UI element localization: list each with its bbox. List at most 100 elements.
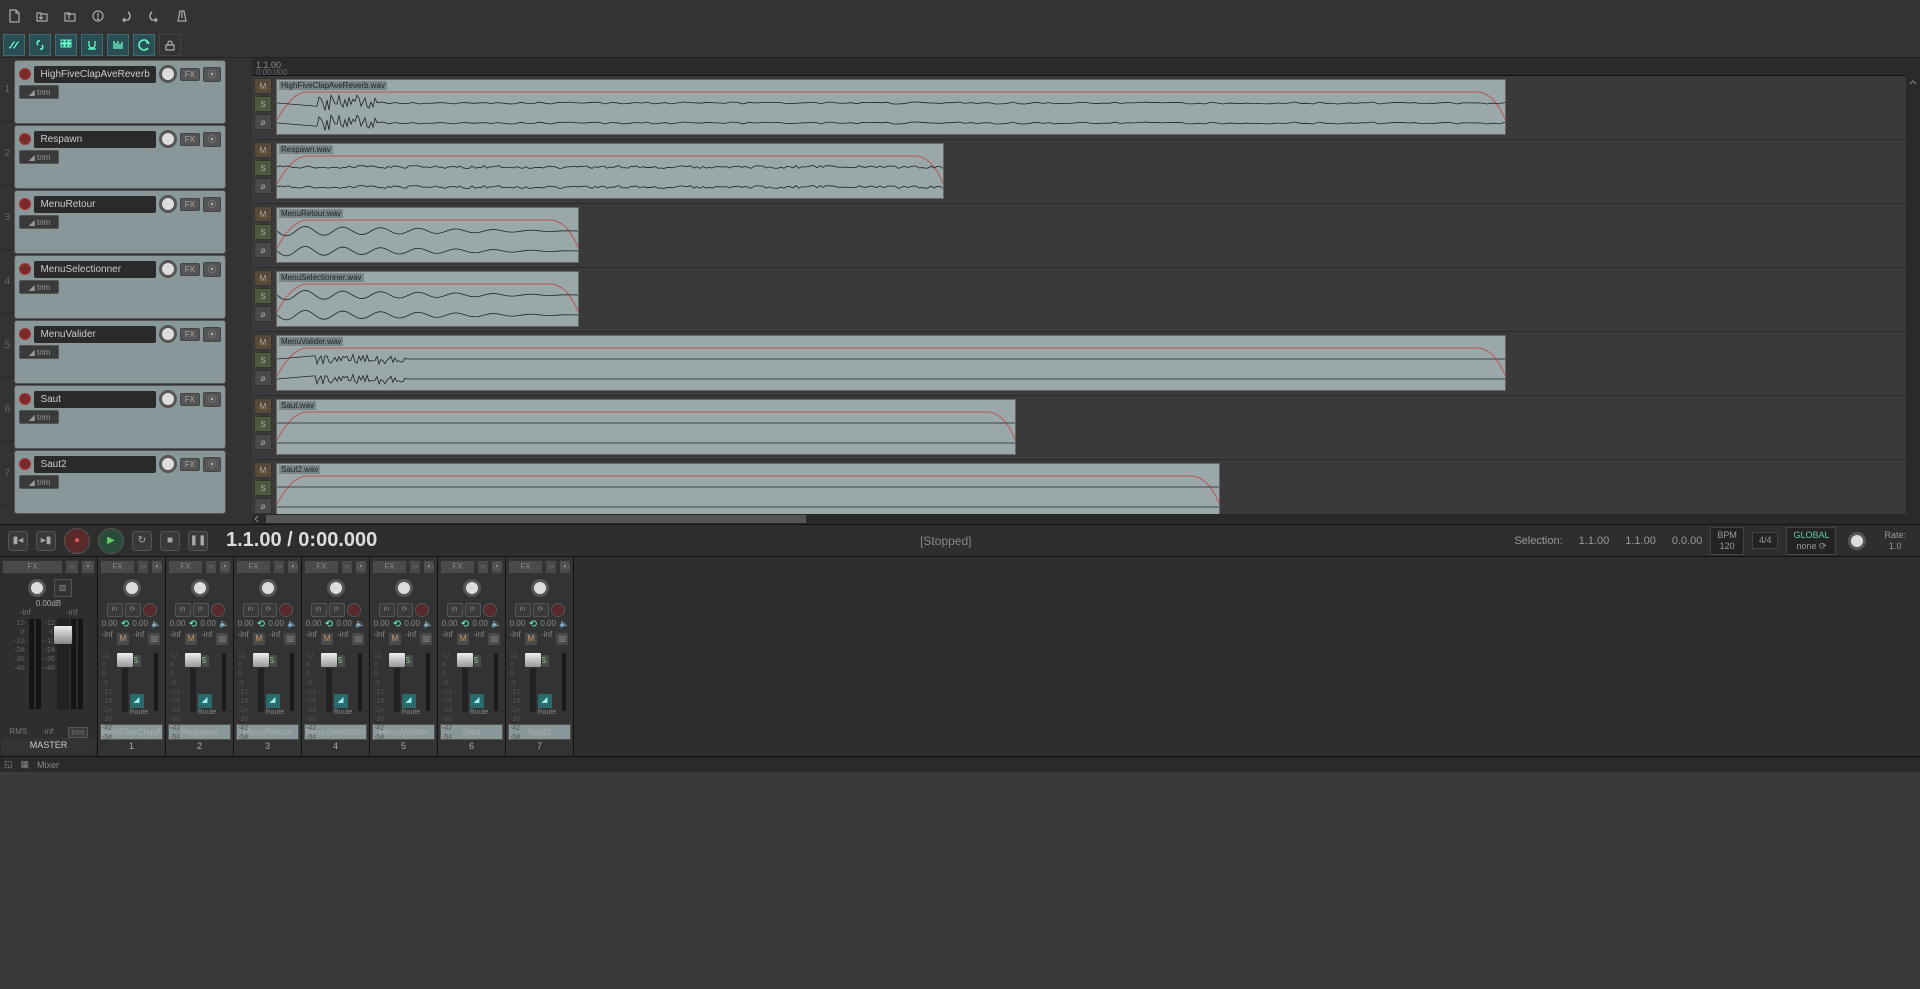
record-arm-button[interactable] [19, 328, 31, 340]
record-arm-button[interactable] [19, 198, 31, 210]
strip-input-button[interactable]: in [243, 603, 259, 617]
pan-knob[interactable] [159, 325, 177, 343]
trim-button[interactable]: ◢ trim [19, 475, 59, 489]
track-name-field[interactable]: Respawn [34, 131, 155, 148]
stop-button[interactable]: ■ [160, 531, 180, 551]
strip-number[interactable]: 7 [508, 740, 571, 754]
strip-send-button[interactable]: ◢ [266, 694, 280, 708]
phase-button[interactable]: ø [254, 370, 272, 386]
strip-env-button[interactable]: ▧ [215, 632, 229, 646]
track-name-field[interactable]: HighFiveClapAveReverb [34, 66, 155, 83]
strip-mute-button[interactable]: M [116, 632, 130, 646]
scroll-left-icon[interactable] [252, 514, 262, 524]
fx-button[interactable]: FX [180, 458, 200, 471]
strip-send-button[interactable]: ◢ [130, 694, 144, 708]
strip-fx-button[interactable]: FX [168, 560, 203, 574]
strip-pan-knob[interactable] [531, 579, 549, 597]
media-item[interactable]: HighFiveClapAveReverb.wav [276, 79, 1506, 135]
auto-crossfade-button[interactable] [3, 34, 25, 56]
track-name-field[interactable]: MenuRetour [34, 196, 155, 213]
strip-bypass-button[interactable]: ○ [341, 560, 353, 574]
pan-knob[interactable] [159, 65, 177, 83]
envelope-mode-box[interactable]: GLOBAL none ⟳ [1786, 527, 1836, 555]
strip-fader[interactable] [122, 652, 128, 712]
strip-pan-knob[interactable] [395, 579, 413, 597]
strip-env-button[interactable]: ▧ [147, 632, 161, 646]
master-trim-button[interactable]: trim [68, 727, 87, 738]
strip-pan-knob[interactable] [327, 579, 345, 597]
time-display[interactable]: 1.1.00 / 0:00.000 [226, 529, 377, 552]
strip-bypass-button[interactable]: ○ [409, 560, 421, 574]
strip-bypass-button[interactable]: ○ [273, 560, 285, 574]
horizontal-scrollbar[interactable] [252, 514, 1906, 524]
snap-button[interactable] [81, 34, 103, 56]
track-number[interactable]: 4 [0, 250, 14, 314]
strip-route-button[interactable]: Route [130, 709, 142, 716]
strip-input-button[interactable]: in [107, 603, 123, 617]
master-fader[interactable] [57, 619, 69, 709]
trim-button[interactable]: ◢ trim [19, 410, 59, 424]
strip-fx-button[interactable]: FX [236, 560, 271, 574]
phase-button[interactable]: ø [254, 178, 272, 194]
strip-env-button[interactable]: ▧ [283, 632, 297, 646]
arrange-track-lane[interactable]: M S ø MenuValider.wav [252, 332, 1906, 396]
solo-button[interactable]: S [254, 96, 272, 112]
media-item[interactable]: MenuValider.wav [276, 335, 1506, 391]
strip-fx-button[interactable]: FX [372, 560, 407, 574]
strip-phase-button[interactable]: ⦿ [559, 560, 571, 574]
arrange-track-lane[interactable]: M S ø MenuSelectionner.wav [252, 268, 1906, 332]
media-item[interactable]: Saut.wav [276, 399, 1016, 455]
solo-button[interactable]: S [254, 160, 272, 176]
strip-fx-button[interactable]: FX [100, 560, 135, 574]
strip-bypass-button[interactable]: ○ [137, 560, 149, 574]
track-number[interactable]: 2 [0, 122, 14, 186]
master-fx-button[interactable]: FX [2, 560, 63, 574]
fx-bypass-button[interactable]: ⦿ [203, 457, 221, 472]
track-name-field[interactable]: Saut2 [34, 456, 155, 473]
strip-recarm-button[interactable] [483, 603, 497, 617]
strip-send-button[interactable]: ◢ [198, 694, 212, 708]
strip-phase-button[interactable]: ⦿ [151, 560, 163, 574]
playrate-knob[interactable] [1848, 532, 1866, 550]
midi-editor-button[interactable] [107, 34, 129, 56]
fx-bypass-button[interactable]: ⦿ [203, 262, 221, 277]
track-header[interactable]: MenuRetour FX ⦿ ◢ trim [14, 190, 226, 254]
new-file-icon[interactable] [5, 7, 23, 25]
strip-pan-knob[interactable] [123, 579, 141, 597]
mute-button[interactable]: M [254, 462, 272, 478]
mixer-tab-icon[interactable]: ▦ [21, 759, 30, 770]
record-arm-button[interactable] [19, 133, 31, 145]
track-header[interactable]: HighFiveClapAveReverb FX ⦿ ◢ trim [14, 60, 226, 124]
arrange-track-lane[interactable]: M S ø MenuRetour.wav [252, 204, 1906, 268]
track-header[interactable]: Saut FX ⦿ ◢ trim [14, 385, 226, 449]
strip-recarm-button[interactable] [551, 603, 565, 617]
master-mono-button[interactable]: ⦿ [81, 560, 95, 574]
scroll-up-icon[interactable] [1907, 77, 1919, 89]
arrange-track-lane[interactable]: M S ø Respawn.wav [252, 140, 1906, 204]
selection-length[interactable]: 0.0.00 [1672, 535, 1703, 547]
phase-button[interactable]: ø [254, 306, 272, 322]
strip-phase-button[interactable]: ⦿ [219, 560, 231, 574]
strip-phase-button[interactable]: ⦿ [423, 560, 435, 574]
strip-monitor-button[interactable]: ⟳ [125, 603, 141, 617]
media-item[interactable]: MenuSelectionner.wav [276, 271, 579, 327]
trim-button[interactable]: ◢ trim [19, 345, 59, 359]
lock-button[interactable] [159, 34, 181, 56]
track-header[interactable]: MenuSelectionner FX ⦿ ◢ trim [14, 255, 226, 319]
undo-icon[interactable] [117, 7, 135, 25]
fx-button[interactable]: FX [180, 263, 200, 276]
strip-bypass-button[interactable]: ○ [545, 560, 557, 574]
strip-fx-button[interactable]: FX [508, 560, 543, 574]
strip-route-button[interactable]: Route [198, 709, 210, 716]
strip-pan-knob[interactable] [259, 579, 277, 597]
strip-route-button[interactable]: Route [334, 709, 346, 716]
strip-route-button[interactable]: Route [402, 709, 414, 716]
pan-knob[interactable] [159, 455, 177, 473]
pan-knob[interactable] [159, 390, 177, 408]
fx-bypass-button[interactable]: ⦿ [203, 67, 221, 82]
strip-env-button[interactable]: ▧ [419, 632, 433, 646]
strip-fader[interactable] [258, 652, 264, 712]
strip-input-button[interactable]: in [379, 603, 395, 617]
strip-fader[interactable] [394, 652, 400, 712]
grid-button[interactable] [55, 34, 77, 56]
